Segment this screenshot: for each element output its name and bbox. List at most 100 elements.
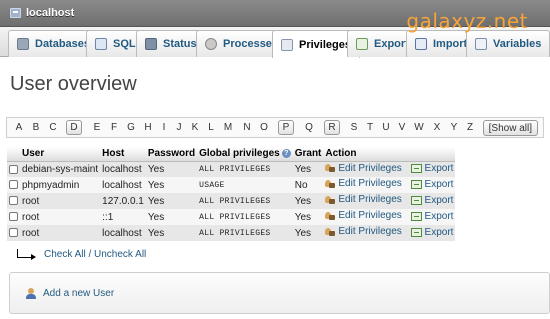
export-user-link[interactable]: Export [410,226,454,238]
initial-e[interactable]: E [89,120,105,135]
password-cell: Yes [145,209,198,225]
add-user-link[interactable]: Add a new User [43,288,114,299]
privileges-cell: ALL PRIVILEGES [197,209,293,225]
sql-icon [95,38,107,50]
export-icon [410,227,422,237]
grant-cell: Yes [292,193,324,209]
edit-privileges-icon [325,163,336,173]
server-icon [10,8,21,18]
row-checkbox[interactable] [9,196,18,206]
export-user-link[interactable]: Export [410,194,454,206]
edit-privileges-link[interactable]: Edit Privileges [325,178,402,189]
export-label: Export [424,226,454,238]
initial-k[interactable]: K [187,120,203,135]
row-checkbox[interactable] [9,212,18,222]
initial-q[interactable]: Q [301,120,317,135]
grant-cell: Yes [292,225,324,241]
tab-label: Processes [223,38,279,50]
check-all-link[interactable]: Check All / Uncheck All [44,249,146,260]
initial-c[interactable]: C [45,120,61,135]
initial-d[interactable]: D [66,120,82,135]
initial-m[interactable]: M [220,120,236,135]
initial-r[interactable]: R [324,120,340,135]
tab-label: Status [163,38,197,50]
initial-g[interactable]: G [123,120,139,135]
host-cell: localhost [100,177,146,193]
initial-f[interactable]: F [106,120,122,135]
export-label: Export [424,178,454,190]
edit-privileges-link[interactable]: Edit Privileges [325,194,402,206]
header-host[interactable]: Host [100,147,146,162]
initial-n[interactable]: N [239,120,255,135]
row-checkbox[interactable] [9,228,18,238]
tab-label: Privileges [299,38,351,51]
export-label: Export [424,194,454,206]
header-password[interactable]: Password [145,147,198,162]
table-row: root 127.0.0.1 Yes ALL PRIVILEGES Yes Ed… [7,193,456,209]
header-select [7,147,20,162]
initial-j[interactable]: J [171,120,187,135]
edit-privileges-label: Edit Privileges [338,194,402,206]
edit-privileges-link[interactable]: Edit Privileges [325,163,402,174]
initial-t[interactable]: T [362,120,378,135]
user-cell: root [20,225,101,241]
initial-v[interactable]: V [394,120,410,135]
export-user-link[interactable]: Export [410,210,454,222]
privileges-cell: USAGE [197,177,293,193]
initial-y[interactable]: Y [446,120,462,135]
password-cell: Yes [145,161,198,177]
initial-s[interactable]: S [346,120,362,135]
initial-a[interactable]: A [11,120,27,135]
edit-privileges-link[interactable]: Edit Privileges [325,226,402,238]
processes-icon [205,38,217,50]
privileges-cell: ALL PRIVILEGES [197,225,293,241]
table-row: root localhost Yes ALL PRIVILEGES Yes Ed… [7,225,456,241]
action-cell: Edit Privileges Export [323,177,456,193]
grant-cell: Yes [292,209,324,225]
import-icon [415,38,427,50]
initial-u[interactable]: U [378,120,394,135]
row-checkbox[interactable] [9,180,18,190]
export-user-link[interactable]: Export [410,163,453,174]
header-user[interactable]: User [20,147,101,162]
export-user-link[interactable]: Export [410,178,454,190]
edit-privileges-link[interactable]: Edit Privileges [325,210,402,222]
edit-privileges-icon [325,179,336,189]
table-row: phpmyadmin localhost Yes USAGE No Edit P… [7,177,456,193]
show-all-button[interactable]: [Show all] [482,120,538,136]
initial-x[interactable]: X [429,120,445,135]
initial-p[interactable]: P [278,120,294,135]
tab-label: SQL [113,38,136,50]
watermark: galaxyz.net [406,9,528,33]
initial-h[interactable]: H [140,120,156,135]
edit-privileges-label: Edit Privileges [338,210,402,222]
grant-cell: No [292,177,324,193]
add-user-fieldset: Add a new User [9,272,550,314]
help-icon[interactable]: ? [281,149,291,159]
row-select-cell [7,209,20,225]
initial-b[interactable]: B [28,120,44,135]
table-header-row: User Host Password Global privileges? Gr… [7,147,456,162]
edit-privileges-label: Edit Privileges [338,226,402,238]
export-label: Export [424,210,454,222]
edit-privileges-icon [325,211,336,221]
row-checkbox[interactable] [9,164,18,174]
server-name-link[interactable]: localhost [26,7,74,19]
privileges-cell: ALL PRIVILEGES [197,193,293,209]
tab-label: Export [374,38,409,50]
grant-cell: Yes [292,161,324,177]
status-icon [145,38,157,50]
database-icon [17,38,29,50]
tab-label: Databases [35,38,91,50]
export-icon [410,179,422,189]
user-cell: phpmyadmin [20,177,101,193]
tab-variables[interactable]: Variables [466,30,550,57]
initial-z[interactable]: Z [462,120,478,135]
row-select-cell [7,225,20,241]
initial-w[interactable]: W [411,120,427,135]
initial-o[interactable]: O [256,120,272,135]
initial-l[interactable]: L [203,120,219,135]
privileges-icon [281,38,293,51]
initial-i[interactable]: I [156,120,172,135]
add-user-icon [26,288,37,299]
